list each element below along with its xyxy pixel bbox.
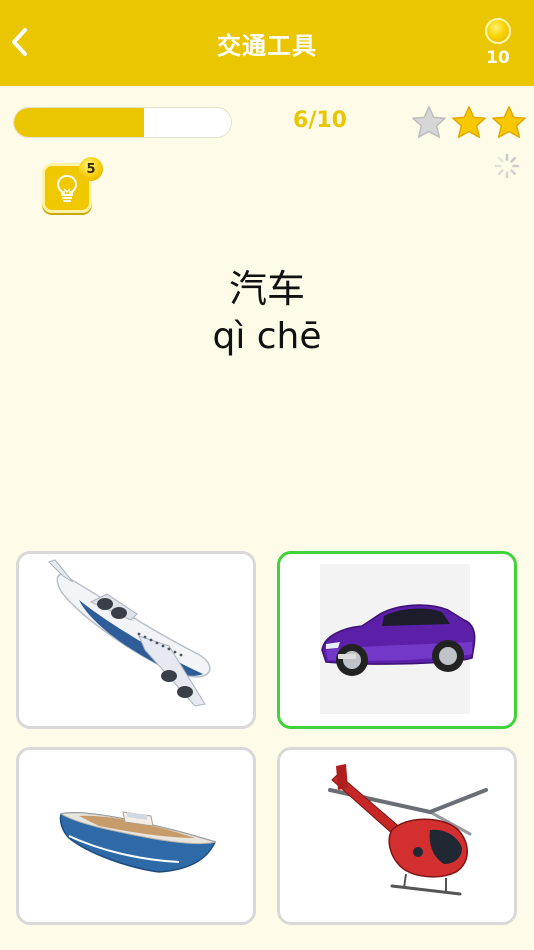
boat-image [59, 811, 217, 873]
airplane-image [48, 559, 211, 707]
star-empty-icon [412, 106, 446, 138]
answer-card-car[interactable] [277, 551, 517, 729]
car-image [320, 564, 476, 714]
answer-card-helicopter[interactable] [277, 747, 517, 925]
progress-fill [14, 108, 145, 137]
progress-label: 6/10 [293, 108, 347, 133]
page-title: 交通工具 [217, 32, 317, 60]
loading-spinner-icon [494, 153, 520, 179]
coin-count: 10 [486, 48, 510, 68]
answer-card-boat[interactable] [16, 747, 256, 925]
top-bar: 交通工具 10 [0, 0, 534, 86]
coin-icon [485, 18, 511, 44]
question-word: 汽车 [228, 267, 305, 311]
star-rating [410, 104, 530, 144]
question-pinyin: qì chē [212, 316, 322, 357]
helicopter-image [328, 764, 488, 896]
star-filled-icon [492, 106, 526, 138]
hint-button[interactable]: 5 [42, 157, 103, 213]
coin-counter[interactable]: 10 [478, 16, 518, 72]
progress-bar [13, 107, 232, 138]
lightbulb-icon [56, 174, 78, 202]
answer-card-airplane[interactable] [16, 551, 256, 729]
star-filled-icon [452, 106, 486, 138]
hint-count-badge: 5 [79, 157, 103, 181]
